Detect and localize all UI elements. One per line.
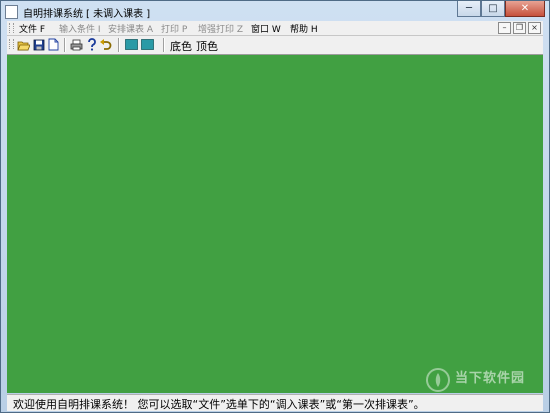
toolbar-separator (163, 38, 165, 52)
open-folder-icon[interactable] (17, 38, 30, 51)
minimize-button[interactable]: ─ (457, 1, 481, 17)
menu-help[interactable]: 帮助 H (290, 22, 318, 35)
mdi-restore-button[interactable]: ❐ (513, 22, 526, 34)
top-color-button[interactable]: 顶色 (196, 38, 218, 54)
color-swatch-icon[interactable] (125, 38, 138, 51)
app-window: 自明排课系统 [ 未调入课表 ] ─ □ ✕ 文件 F 输入条件 I 安排课表 … (0, 0, 550, 413)
status-message: 欢迎使用自明排课系统！ 您可以选取“文件”选单下的“调入课表”或“第一次排课表”… (13, 398, 425, 411)
watermark-logo-icon (426, 368, 450, 392)
watermark-text: 当下软件园 (455, 371, 526, 386)
menu-file[interactable]: 文件 F (19, 22, 45, 35)
menu-arrange-schedule[interactable]: 安排课表 A (108, 22, 153, 35)
status-bar: 欢迎使用自明排课系统！ 您可以选取“文件”选单下的“调入课表”或“第一次排课表”… (7, 394, 543, 411)
title-bar[interactable]: 自明排课系统 [ 未调入课表 ] ─ □ ✕ (1, 1, 549, 21)
toolbar: 底色 顶色 (7, 36, 543, 55)
window-title: 自明排课系统 (23, 9, 83, 20)
mdi-buttons: – ❐ × (498, 22, 541, 34)
new-document-icon[interactable] (47, 38, 60, 51)
help-question-icon[interactable] (85, 38, 98, 51)
print-icon[interactable] (70, 38, 83, 51)
document-title: [ 未调入课表 ] (86, 9, 151, 20)
toolbar-separator (64, 38, 66, 52)
workspace-area (7, 55, 543, 393)
menu-window[interactable]: 窗口 W (251, 22, 281, 35)
menu-print[interactable]: 打印 P (161, 22, 187, 35)
watermark: 当下软件园 (425, 365, 547, 395)
caption-buttons: ─ □ ✕ (457, 1, 545, 18)
bg-color-button[interactable]: 底色 (170, 38, 192, 54)
menu-grip (9, 23, 14, 33)
menu-bar: 文件 F 输入条件 I 安排课表 A 打印 P 增强打印 Z 窗口 W 帮助 H… (7, 21, 543, 36)
undo-arrow-icon[interactable] (99, 38, 112, 51)
app-icon[interactable] (5, 5, 18, 19)
mdi-minimize-button[interactable]: – (498, 22, 511, 34)
close-button[interactable]: ✕ (505, 1, 545, 17)
toolbar-separator (118, 38, 120, 52)
menu-input-conditions[interactable]: 输入条件 I (59, 22, 101, 35)
maximize-button[interactable]: □ (481, 1, 505, 17)
menu-enhanced-print[interactable]: 增强打印 Z (198, 22, 243, 35)
save-disk-icon[interactable] (32, 38, 45, 51)
mdi-close-button[interactable]: × (528, 22, 541, 34)
toolbar-grip (9, 39, 14, 49)
color-swatch-icon[interactable] (141, 38, 154, 51)
